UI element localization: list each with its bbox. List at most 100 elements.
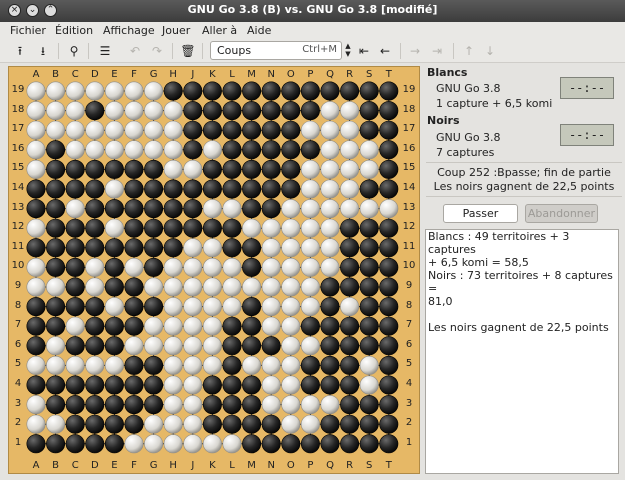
go-board[interactable]: A A B B C C D D E E F F G G H H J J K K L L M M N N O O P P Q Q R R S S T T 19… [8, 66, 420, 474]
white-stone-n4[interactable] [261, 375, 281, 395]
black-stone-r3[interactable] [340, 395, 360, 415]
black-stone-n18[interactable] [261, 101, 281, 121]
black-stone-f2[interactable] [124, 414, 144, 434]
white-stone-q16[interactable] [320, 140, 340, 160]
white-stone-o9[interactable] [281, 277, 301, 297]
black-stone-d4[interactable] [85, 375, 105, 395]
black-stone-p7[interactable] [300, 316, 320, 336]
white-stone-o12[interactable] [281, 218, 301, 238]
white-stone-k10[interactable] [202, 257, 222, 277]
white-stone-p13[interactable] [300, 199, 320, 219]
white-stone-k6[interactable] [202, 336, 222, 356]
pass-button[interactable]: Passer [443, 204, 518, 223]
black-stone-j16[interactable] [183, 140, 203, 160]
black-stone-r4[interactable] [340, 375, 360, 395]
comment-textarea[interactable]: Blancs : 49 territoires + 3 captures + 6… [425, 229, 619, 474]
black-stone-d8[interactable] [85, 297, 105, 317]
black-stone-d13[interactable] [85, 199, 105, 219]
black-stone-p5[interactable] [300, 355, 320, 375]
black-stone-a7[interactable] [26, 316, 46, 336]
black-stone-t4[interactable] [379, 375, 399, 395]
black-stone-f15[interactable] [124, 159, 144, 179]
menu-aller-a[interactable]: Aller à [202, 24, 237, 37]
black-stone-m14[interactable] [242, 179, 262, 199]
white-stone-h17[interactable] [163, 120, 183, 140]
black-stone-e11[interactable] [104, 238, 124, 258]
white-stone-s4[interactable] [359, 375, 379, 395]
black-stone-m10[interactable] [242, 257, 262, 277]
white-stone-e5[interactable] [104, 355, 124, 375]
black-stone-c1[interactable] [65, 434, 85, 454]
white-stone-o2[interactable] [281, 414, 301, 434]
white-stone-b5[interactable] [46, 355, 66, 375]
black-stone-l19[interactable] [222, 81, 242, 101]
white-stone-s5[interactable] [359, 355, 379, 375]
white-stone-a17[interactable] [26, 120, 46, 140]
white-stone-h1[interactable] [163, 434, 183, 454]
black-stone-n16[interactable] [261, 140, 281, 160]
white-stone-q11[interactable] [320, 238, 340, 258]
white-stone-b18[interactable] [46, 101, 66, 121]
white-stone-g19[interactable] [144, 81, 164, 101]
black-stone-t10[interactable] [379, 257, 399, 277]
white-stone-c13[interactable] [65, 199, 85, 219]
white-stone-m9[interactable] [242, 277, 262, 297]
white-stone-l9[interactable] [222, 277, 242, 297]
white-stone-j6[interactable] [183, 336, 203, 356]
white-stone-j15[interactable] [183, 159, 203, 179]
black-stone-s1[interactable] [359, 434, 379, 454]
black-stone-c10[interactable] [65, 257, 85, 277]
white-stone-n5[interactable] [261, 355, 281, 375]
white-stone-k11[interactable] [202, 238, 222, 258]
white-stone-h9[interactable] [163, 277, 183, 297]
white-stone-c5[interactable] [65, 355, 85, 375]
black-stone-d6[interactable] [85, 336, 105, 356]
black-stone-m16[interactable] [242, 140, 262, 160]
white-stone-p10[interactable] [300, 257, 320, 277]
white-stone-j7[interactable] [183, 316, 203, 336]
black-stone-r5[interactable] [340, 355, 360, 375]
black-stone-c9[interactable] [65, 277, 85, 297]
white-stone-a9[interactable] [26, 277, 46, 297]
black-stone-g11[interactable] [144, 238, 164, 258]
black-stone-c4[interactable] [65, 375, 85, 395]
black-stone-s7[interactable] [359, 316, 379, 336]
black-stone-l17[interactable] [222, 120, 242, 140]
white-stone-n3[interactable] [261, 395, 281, 415]
white-stone-s15[interactable] [359, 159, 379, 179]
resign-button[interactable]: Abandonner [525, 204, 598, 223]
white-stone-b17[interactable] [46, 120, 66, 140]
white-stone-q14[interactable] [320, 179, 340, 199]
black-stone-k4[interactable] [202, 375, 222, 395]
white-stone-r13[interactable] [340, 199, 360, 219]
white-stone-q12[interactable] [320, 218, 340, 238]
white-stone-j9[interactable] [183, 277, 203, 297]
black-stone-h11[interactable] [163, 238, 183, 258]
black-stone-h13[interactable] [163, 199, 183, 219]
menu-jouer[interactable]: Jouer [162, 24, 190, 37]
white-stone-f10[interactable] [124, 257, 144, 277]
black-stone-m13[interactable] [242, 199, 262, 219]
black-stone-g5[interactable] [144, 355, 164, 375]
black-stone-k17[interactable] [202, 120, 222, 140]
black-stone-l15[interactable] [222, 159, 242, 179]
black-stone-q4[interactable] [320, 375, 340, 395]
white-stone-a10[interactable] [26, 257, 46, 277]
black-stone-m15[interactable] [242, 159, 262, 179]
white-stone-h3[interactable] [163, 395, 183, 415]
black-stone-l4[interactable] [222, 375, 242, 395]
black-stone-n17[interactable] [261, 120, 281, 140]
white-stone-l1[interactable] [222, 434, 242, 454]
white-stone-m12[interactable] [242, 218, 262, 238]
black-stone-q9[interactable] [320, 277, 340, 297]
black-stone-d14[interactable] [85, 179, 105, 199]
black-stone-l12[interactable] [222, 218, 242, 238]
black-stone-h12[interactable] [163, 218, 183, 238]
black-stone-t5[interactable] [379, 355, 399, 375]
white-stone-e18[interactable] [104, 101, 124, 121]
white-stone-f1[interactable] [124, 434, 144, 454]
black-stone-n14[interactable] [261, 179, 281, 199]
moves-field[interactable]: Coups Ctrl+M [210, 41, 342, 60]
black-stone-d18[interactable] [85, 101, 105, 121]
menu-edition[interactable]: Édition [55, 24, 93, 37]
